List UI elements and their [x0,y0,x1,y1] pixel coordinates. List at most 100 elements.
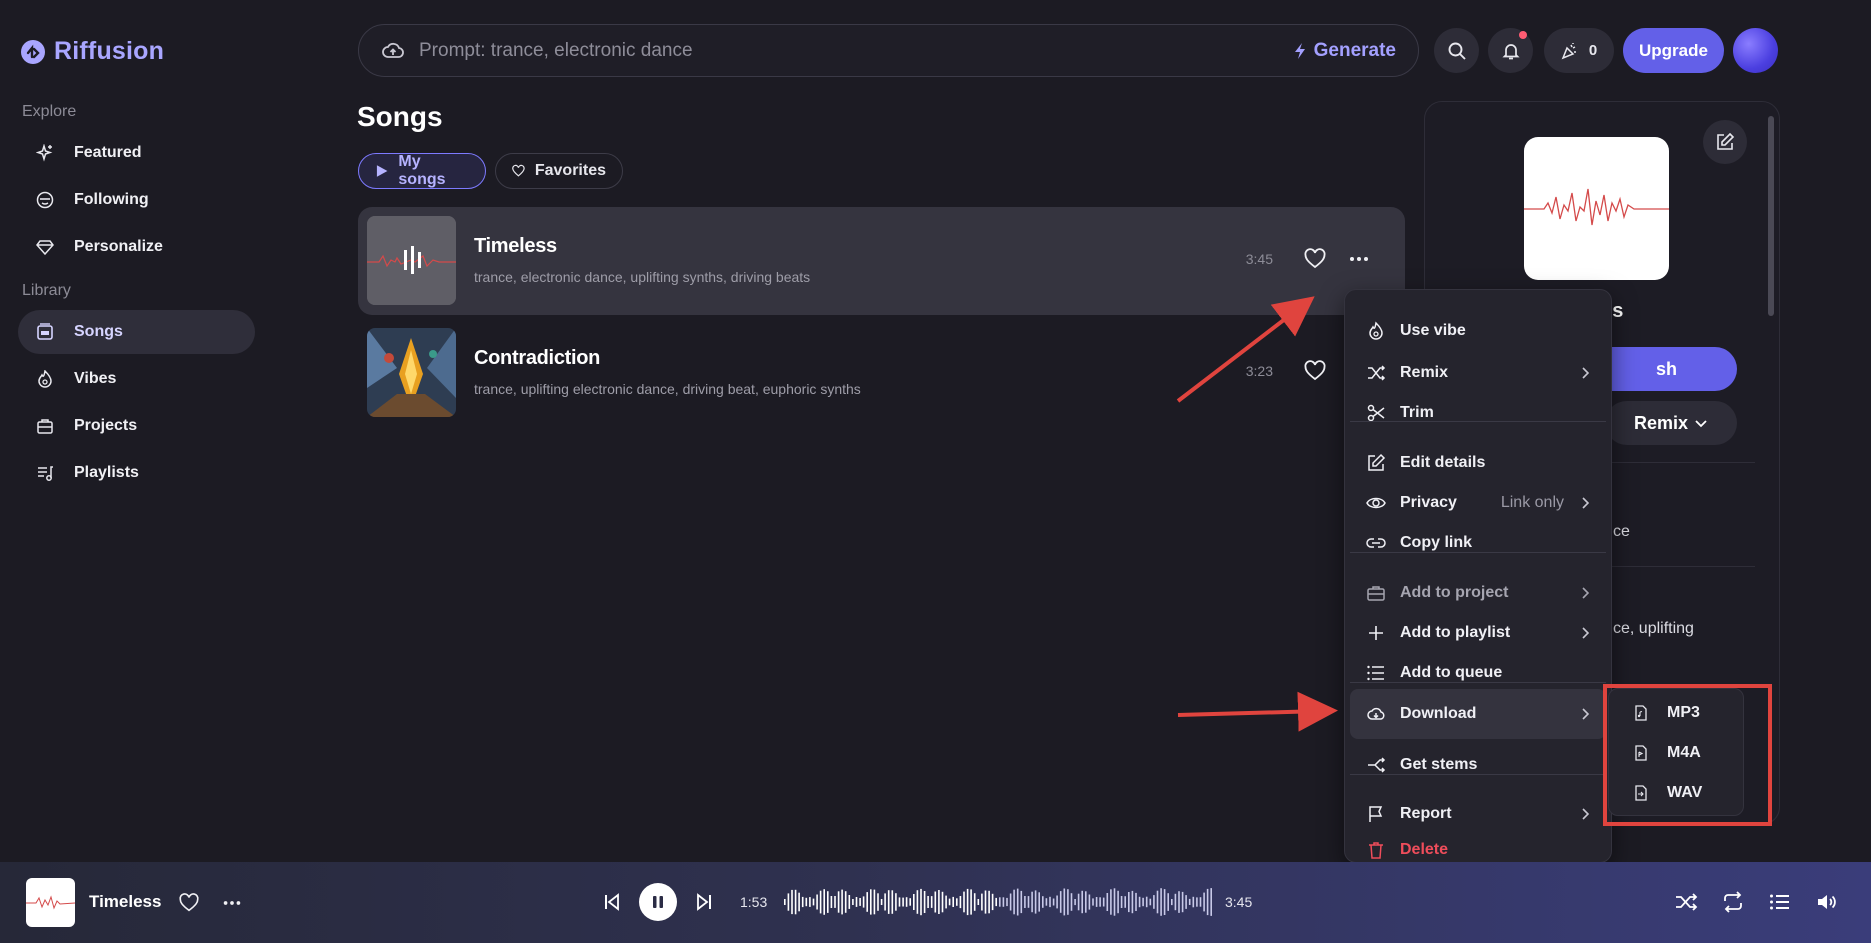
song-row[interactable]: Timeless trance, electronic dance, uplif… [358,207,1405,315]
volume-icon[interactable] [1815,890,1839,914]
pause-button[interactable] [639,883,677,921]
notifications-button[interactable] [1488,28,1533,73]
menu-item-add-to-playlist[interactable]: Add to playlist [1350,614,1606,652]
song-cover[interactable] [367,328,456,417]
song-title[interactable]: Contradiction [474,347,600,370]
prompt-input[interactable]: Prompt: trance, electronic dance [419,40,1292,62]
sidebar-item-playlists[interactable]: Playlists [18,451,255,495]
waveform-bar [948,898,951,906]
shuffle-icon[interactable] [1674,890,1698,914]
song-row[interactable]: Contradiction trance, uplifting electron… [358,319,1405,427]
pause-icon [653,896,663,908]
menu-item-delete[interactable]: Delete [1350,835,1606,865]
menu-item-label: Add to project [1400,584,1509,601]
menu-item-label: Edit details [1400,454,1486,471]
player-song-title[interactable]: Timeless [89,892,161,912]
waveform-bar [801,896,804,908]
waveform-bar [1171,899,1173,906]
menu-item-copy-link[interactable]: Copy link [1350,524,1606,562]
credits-button[interactable]: 0 [1544,28,1614,73]
waveform-bar [1049,896,1051,908]
sparkle-icon [36,144,53,162]
waveform-bar [945,895,947,909]
cloud-upload-icon[interactable] [381,39,405,63]
avatar[interactable] [1733,28,1778,73]
waveform-bar [938,890,940,914]
more-options-icon[interactable] [1347,247,1371,271]
menu-item-add-to-project[interactable]: Add to project [1350,574,1606,612]
tab-label: My songs [398,153,446,188]
waveform-bar [891,890,894,914]
sidebar-item-following[interactable]: Following [18,178,255,222]
next-track-icon[interactable] [692,890,716,914]
menu-item-remix[interactable]: Remix [1350,354,1606,392]
repeat-icon[interactable] [1721,890,1745,914]
total-time: 3:45 [1225,894,1253,910]
waveform-bar [1031,891,1033,913]
waveform-bar [1210,888,1212,916]
sidebar-item-label: Songs [74,323,123,340]
menu-item-privacy[interactable]: Privacy Link only [1350,484,1606,522]
sidebar-item-featured[interactable]: Featured [18,131,255,175]
waveform-bar [1052,898,1055,906]
sidebar-item-label: Projects [74,417,138,434]
song-cover[interactable] [367,216,456,305]
chevron-down-icon [1695,420,1707,428]
app-logo[interactable]: Riffusion [20,37,164,66]
queue-icon[interactable] [1768,890,1792,914]
waveform-bar [834,896,836,908]
tab-my-songs[interactable]: My songs [358,153,486,189]
heart-icon[interactable] [1303,359,1327,383]
chevron-right-icon [1582,808,1590,820]
heart-icon[interactable] [1303,247,1327,271]
waveform-bar [1034,890,1037,914]
waveform-bar [816,894,818,910]
menu-item-download[interactable]: Download [1350,689,1606,739]
generate-button[interactable]: Generate [1292,40,1396,62]
menu-item-label: Get stems [1400,756,1478,773]
sidebar-item-songs[interactable]: Songs [18,310,255,354]
remix-button[interactable]: Remix [1605,401,1737,445]
edit-button[interactable] [1703,120,1747,164]
waveform-bar [1174,893,1177,911]
waveform-scrubber[interactable] [784,882,1214,922]
sidebar-item-vibes[interactable]: Vibes [18,357,255,401]
waveform-art [26,895,75,910]
chevron-right-icon [1582,367,1590,379]
menu-item-get-stems[interactable]: Get stems [1350,746,1606,784]
player-cover[interactable] [26,878,75,927]
sidebar-item-personalize[interactable]: Personalize [18,225,255,269]
song-title[interactable]: Timeless [474,235,557,258]
upgrade-button[interactable]: Upgrade [1623,28,1724,73]
prompt-bar[interactable]: Prompt: trance, electronic dance Generat… [358,24,1419,77]
scrollbar[interactable] [1768,116,1774,316]
waveform-bar [1163,889,1166,915]
more-options-icon[interactable] [221,892,243,914]
flame-icon [1369,321,1383,340]
heart-icon[interactable] [178,892,200,914]
waveform-bar [887,890,890,914]
waveform-bar [920,888,922,916]
flag-icon [1369,806,1383,822]
menu-item-report[interactable]: Report [1350,795,1606,833]
menu-item-edit-details[interactable]: Edit details [1350,444,1606,482]
menu-item-use-vibe[interactable]: Use vibe [1350,312,1606,350]
menu-item-label: Add to queue [1400,664,1503,681]
waveform-bar [930,896,933,908]
sidebar-item-label: Featured [74,144,142,161]
previous-track-icon[interactable] [600,890,624,914]
waveform-bar [970,889,972,915]
menu-item-add-to-queue[interactable]: Add to queue [1350,654,1606,692]
party-popper-icon [1561,42,1576,59]
waveform-bar [827,891,829,913]
menu-item-trim[interactable]: Trim [1350,394,1606,432]
waveform-bar [1106,893,1109,911]
chevron-right-icon [1582,587,1590,599]
chevron-right-icon [1582,627,1590,639]
waveform-art [1524,188,1669,226]
search-button[interactable] [1434,28,1479,73]
sidebar-item-projects[interactable]: Projects [18,404,255,448]
waveform-bar [902,897,904,907]
song-duration: 3:45 [1245,251,1273,267]
tab-favorites[interactable]: Favorites [495,153,623,189]
